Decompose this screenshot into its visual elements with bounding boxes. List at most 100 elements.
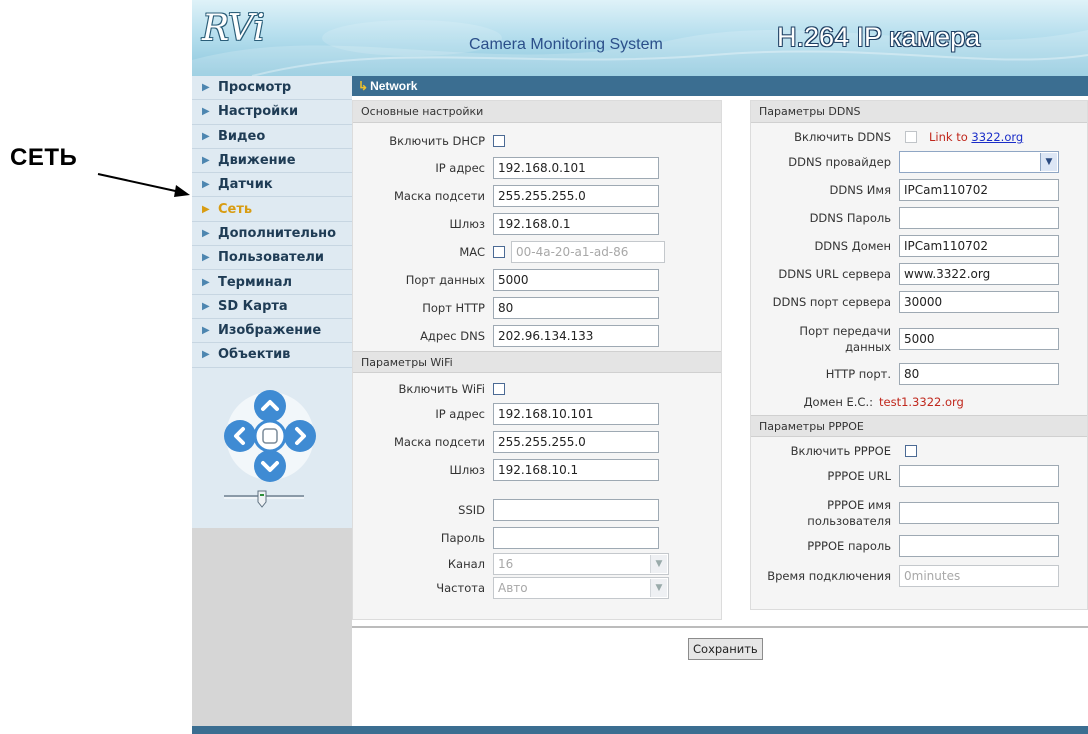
ddns-enable-checkbox[interactable] bbox=[905, 131, 917, 143]
ddns-link-url[interactable]: 3322.org bbox=[971, 130, 1023, 144]
footer-bar bbox=[192, 726, 1088, 734]
triangle-right-icon: ▶ bbox=[202, 300, 210, 312]
sidebar-item-1[interactable]: ▶ Настройки bbox=[192, 100, 352, 125]
ddns-provider-select[interactable]: ▼ bbox=[899, 151, 1059, 173]
frequency-value: Авто bbox=[498, 581, 528, 595]
page-title-bar: ↳ Network bbox=[352, 76, 1088, 96]
ddns-http-port-label: HTTP порт. bbox=[825, 367, 891, 381]
triangle-right-icon: ▶ bbox=[202, 276, 210, 288]
sidebar-item-6[interactable]: ▶ Дополнительно bbox=[192, 222, 352, 247]
sidebar-item-10[interactable]: ▶ Изображение bbox=[192, 319, 352, 344]
sidebar-item-label: Дополнительно bbox=[218, 225, 337, 241]
annotation-label: СЕТЬ bbox=[10, 144, 78, 171]
ddns-http-port-input[interactable]: 80 bbox=[899, 363, 1059, 385]
pppoe-password-input[interactable] bbox=[899, 535, 1059, 557]
ssid-input[interactable] bbox=[493, 499, 659, 521]
pppoe-url-input[interactable] bbox=[899, 465, 1059, 487]
sidebar-item-label: Датчик bbox=[218, 177, 273, 193]
wifi-gateway-input[interactable]: 192.168.10.1 bbox=[493, 459, 659, 481]
sidebar-item-label: Объектив bbox=[218, 347, 291, 363]
save-button[interactable]: Сохранить bbox=[688, 638, 763, 660]
sidebar-item-0[interactable]: ▶ Просмотр bbox=[192, 76, 352, 101]
sidebar-item-label: Сеть bbox=[218, 201, 253, 217]
ddns-url-label: DDNS URL сервера bbox=[778, 267, 891, 281]
triangle-right-icon: ▶ bbox=[202, 227, 210, 239]
sidebar-item-label: Просмотр bbox=[218, 80, 292, 96]
left-settings-panel: Основные настройки Включить DHCP IP адре… bbox=[352, 100, 722, 620]
frequency-label: Частота bbox=[436, 581, 485, 595]
sidebar-item-3[interactable]: ▶ Движение bbox=[192, 149, 352, 174]
dhcp-checkbox[interactable] bbox=[493, 135, 505, 147]
triangle-right-icon: ▶ bbox=[202, 252, 210, 264]
ddns-link[interactable]: Link to 3322.org bbox=[929, 130, 1023, 144]
sidebar-item-5[interactable]: ▶ Сеть bbox=[192, 197, 352, 222]
ddns-domain-input[interactable]: IPCam110702 bbox=[899, 235, 1059, 257]
mac-input[interactable]: 00-4a-20-a1-ad-86 bbox=[511, 241, 665, 263]
gateway-label: Шлюз bbox=[449, 217, 485, 231]
wifi-ip-input[interactable]: 192.168.10.101 bbox=[493, 403, 659, 425]
pppoe-user-label-line2: пользователя bbox=[807, 514, 891, 528]
sidebar-item-8[interactable]: ▶ Терминал bbox=[192, 270, 352, 295]
connect-time-input[interactable]: 0minutes bbox=[899, 565, 1059, 587]
channel-select[interactable]: 16 ▼ bbox=[493, 553, 669, 575]
domain-ec-label: Домен E.C.: bbox=[803, 395, 873, 409]
sidebar-item-label: Терминал bbox=[218, 274, 293, 290]
wifi-password-input[interactable] bbox=[493, 527, 659, 549]
ddns-name-input[interactable]: IPCam110702 bbox=[899, 179, 1059, 201]
channel-value: 16 bbox=[498, 557, 514, 571]
page-title: Network bbox=[370, 79, 418, 93]
wifi-enable-checkbox[interactable] bbox=[493, 383, 505, 395]
ddns-password-label: DDNS Пароль bbox=[809, 211, 891, 225]
triangle-right-icon: ▶ bbox=[202, 130, 210, 142]
sidebar-item-11[interactable]: ▶ Объектив bbox=[192, 343, 352, 368]
http-port-input[interactable]: 80 bbox=[493, 297, 659, 319]
sidebar-item-4[interactable]: ▶ Датчик bbox=[192, 173, 352, 198]
sidebar-item-label: Движение bbox=[218, 153, 296, 169]
triangle-right-icon: ▶ bbox=[202, 179, 210, 191]
sidebar-item-label: Изображение bbox=[218, 323, 322, 339]
data-port-input[interactable]: 5000 bbox=[493, 269, 659, 291]
dns-input[interactable]: 202.96.134.133 bbox=[493, 325, 659, 347]
ddns-data-port-input[interactable]: 5000 bbox=[899, 328, 1059, 350]
wifi-mask-input[interactable]: 255.255.255.0 bbox=[493, 431, 659, 453]
wifi-password-label: Пароль bbox=[440, 531, 485, 545]
ssid-label: SSID bbox=[458, 503, 485, 517]
product-title: H.264 IP камера bbox=[777, 22, 981, 52]
dhcp-label: Включить DHCP bbox=[389, 134, 485, 148]
sidebar-item-9[interactable]: ▶ SD Карта bbox=[192, 295, 352, 319]
app-subtitle: Camera Monitoring System bbox=[469, 36, 663, 53]
sidebar-item-7[interactable]: ▶ Пользователи bbox=[192, 246, 352, 271]
basic-section-title: Основные настройки bbox=[353, 101, 721, 123]
gateway-input[interactable]: 192.168.0.1 bbox=[493, 213, 659, 235]
ddns-url-input[interactable]: www.3322.org bbox=[899, 263, 1059, 285]
sidebar-item-2[interactable]: ▶ Видео bbox=[192, 125, 352, 149]
sidebar-item-label: Пользователи bbox=[218, 250, 325, 266]
zoom-slider[interactable] bbox=[222, 490, 306, 510]
pppoe-password-label: PPPOE пароль bbox=[807, 539, 891, 553]
frequency-select[interactable]: Авто ▼ bbox=[493, 577, 669, 599]
wifi-mask-label: Маска подсети bbox=[393, 435, 485, 449]
mac-checkbox[interactable] bbox=[493, 246, 505, 258]
triangle-right-icon: ▶ bbox=[202, 349, 210, 361]
camera-web-app: RVi Camera Monitoring System H.264 IP ка… bbox=[192, 0, 1088, 734]
pppoe-user-label: PPPOE имя пользователя bbox=[751, 497, 891, 529]
triangle-right-icon: ▶ bbox=[202, 203, 210, 215]
sidebar: ▶ Просмотр ▶ Настройки ▶ Видео ▶ Движение ▶ Датчи… bbox=[192, 76, 353, 726]
arrow-icon: ↳ bbox=[358, 79, 369, 93]
chevron-down-icon: ▼ bbox=[650, 579, 667, 597]
pppoe-enable-checkbox[interactable] bbox=[905, 445, 917, 457]
ip-input[interactable]: 192.168.0.101 bbox=[493, 157, 659, 179]
chevron-down-icon: ▼ bbox=[1040, 153, 1057, 171]
brand-logo: RVi bbox=[202, 8, 265, 49]
ddns-enable-label: Включить DDNS bbox=[794, 130, 891, 144]
ddns-server-port-input[interactable]: 30000 bbox=[899, 291, 1059, 313]
mask-input[interactable]: 255.255.255.0 bbox=[493, 185, 659, 207]
wifi-section-title: Параметры WiFi bbox=[353, 351, 721, 373]
domain-ec-value: test1.3322.org bbox=[879, 395, 964, 409]
chevron-down-icon: ▼ bbox=[650, 555, 667, 573]
ddns-password-input[interactable] bbox=[899, 207, 1059, 229]
ip-label: IP адрес bbox=[435, 161, 485, 175]
ptz-direction-pad[interactable] bbox=[222, 388, 318, 484]
right-settings-panel: Параметры DDNS Включить DDNS Link to 332… bbox=[750, 100, 1088, 610]
pppoe-user-input[interactable] bbox=[899, 502, 1059, 524]
